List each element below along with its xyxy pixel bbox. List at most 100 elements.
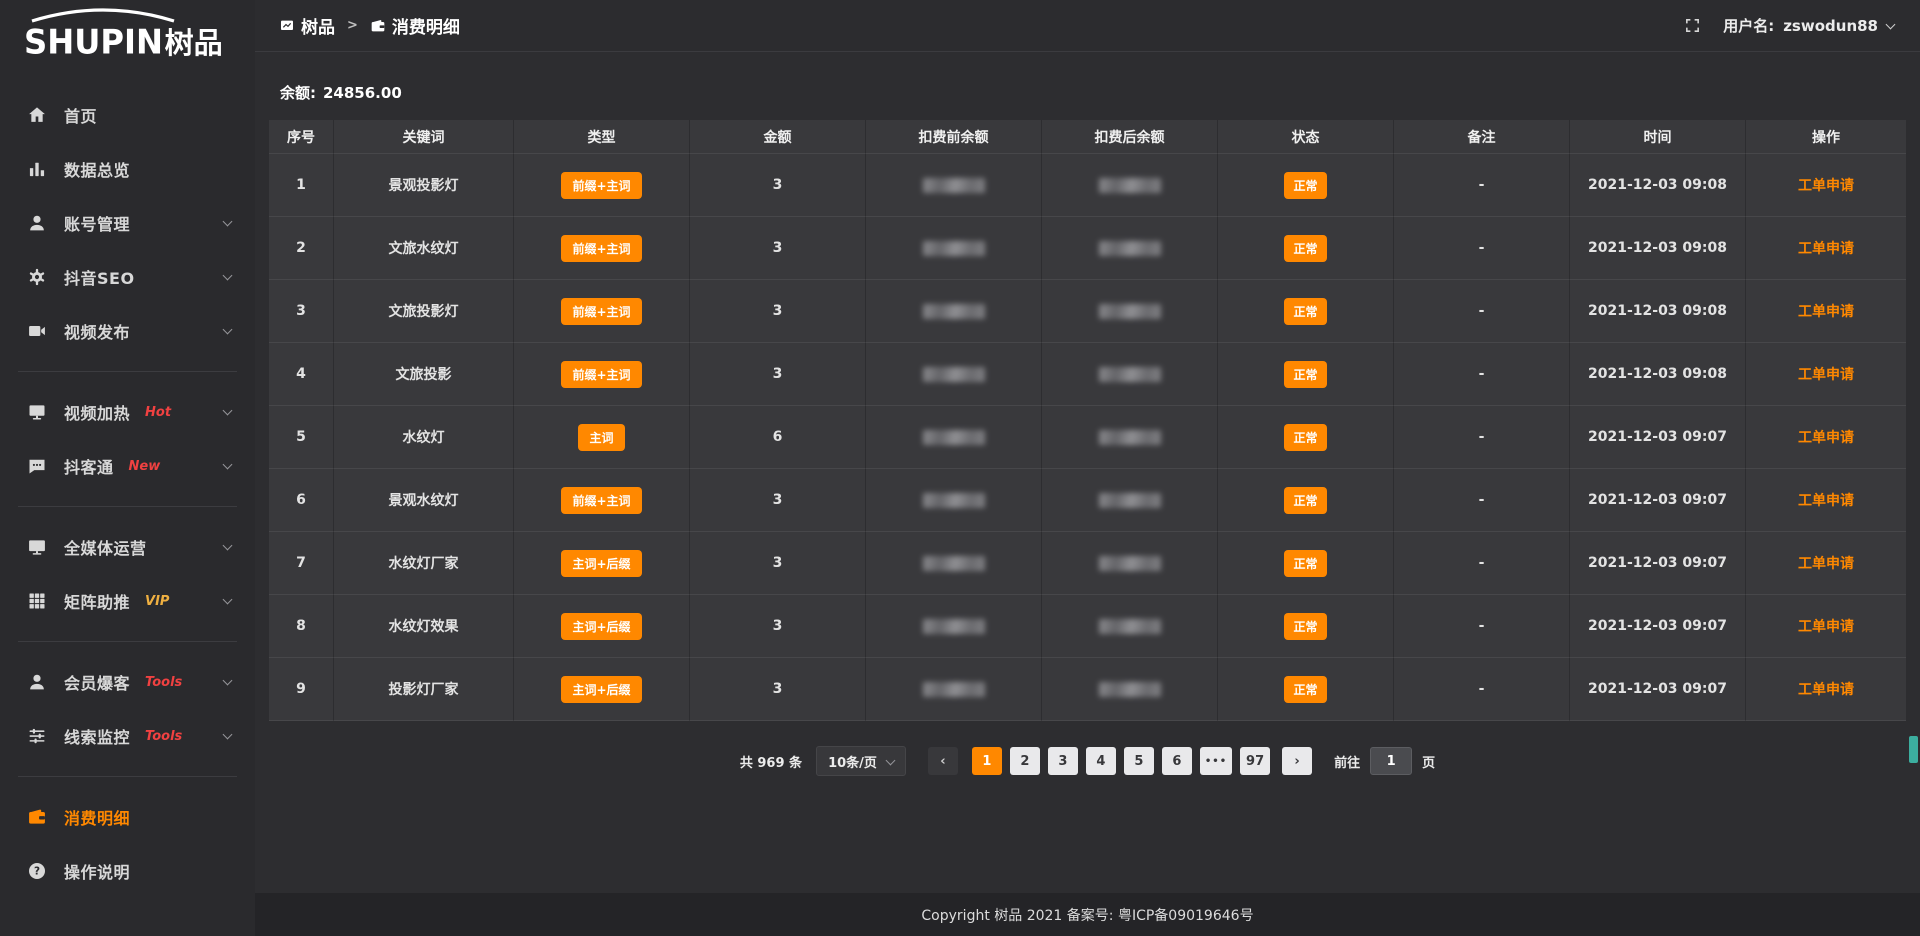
- breadcrumb: 树品 > 消费明细: [279, 13, 460, 38]
- cell-keyword: 投影灯厂家: [334, 658, 514, 721]
- cell-note: -: [1394, 217, 1570, 280]
- fullscreen-icon[interactable]: [1684, 17, 1701, 34]
- tv-icon: [27, 402, 47, 422]
- chevron-down-icon: [223, 675, 233, 685]
- pagination: 共 969 条 10条/页 ‹ 123456 ••• 97 › 前往页: [269, 746, 1906, 776]
- cell-time: 2021-12-03 09:07: [1570, 406, 1746, 469]
- sidebar-item-gear[interactable]: 抖音SEO: [0, 250, 255, 304]
- video-icon: [27, 321, 47, 341]
- cell-type: 主词+后缀: [514, 658, 690, 721]
- work-order-link[interactable]: 工单申请: [1798, 616, 1854, 636]
- sidebar-item-question[interactable]: ?操作说明: [0, 844, 255, 898]
- consumption-table: 序号关键词类型金额扣费前余额扣费后余额状态备注时间操作1景观投影灯前缀+主词3正…: [269, 120, 1906, 721]
- work-order-link[interactable]: 工单申请: [1798, 301, 1854, 321]
- work-order-link[interactable]: 工单申请: [1798, 679, 1854, 699]
- goto-page-input[interactable]: [1370, 747, 1412, 775]
- sidebar-item-grid[interactable]: 矩阵助推VIP: [0, 574, 255, 628]
- cell-index: 6: [269, 469, 334, 532]
- sidebar-item-label: 账号管理: [64, 211, 130, 235]
- page-button-6[interactable]: 6: [1162, 747, 1192, 775]
- prev-page-button[interactable]: ‹: [928, 747, 958, 775]
- cell-time: 2021-12-03 09:07: [1570, 469, 1746, 532]
- sidebar-menu: 首页数据总览账号管理抖音SEO视频发布视频加热 Hot 抖客通New 全媒体运营矩阵助…: [0, 74, 255, 898]
- logo[interactable]: SHUPIN 树品: [0, 0, 255, 74]
- sidebar-item-badge: Tools: [145, 675, 182, 690]
- goto-page: 前往页: [1334, 747, 1435, 775]
- table-row: 3文旅投影灯前缀+主词3正常-2021-12-03 09:08工单申请: [269, 280, 1906, 343]
- cell-action: 工单申请: [1746, 154, 1906, 217]
- cell-amount: 3: [690, 658, 866, 721]
- main-area: 树品 > 消费明细 用户名: zswodun88: [255, 0, 1920, 936]
- sidebar-item-user[interactable]: 账号管理: [0, 196, 255, 250]
- column-header-9: 操作: [1746, 120, 1906, 154]
- work-order-link[interactable]: 工单申请: [1798, 364, 1854, 384]
- sidebar-item-badge: Hot: [145, 405, 171, 420]
- redacted-value: [1099, 178, 1161, 193]
- username-label: 用户名:: [1723, 15, 1774, 36]
- sidebar-item-label: 全媒体运营: [64, 535, 147, 559]
- table-row: 8水纹灯效果主词+后缀3正常-2021-12-03 09:07工单申请: [269, 595, 1906, 658]
- cell-index: 2: [269, 217, 334, 280]
- sidebar-item-chat[interactable]: 抖客通New: [0, 439, 255, 493]
- cell-type: 主词+后缀: [514, 532, 690, 595]
- next-page-button[interactable]: ›: [1282, 747, 1312, 775]
- redacted-value: [1099, 556, 1161, 571]
- cell-type: 前缀+主词: [514, 217, 690, 280]
- page-button-2[interactable]: 2: [1010, 747, 1040, 775]
- type-badge: 主词+后缀: [561, 613, 641, 640]
- column-header-6: 状态: [1218, 120, 1394, 154]
- footer: Copyright 树品 2021 备案号: 粤ICP备09019646号: [255, 893, 1920, 936]
- goto-label: 前往: [1334, 752, 1360, 771]
- cell-keyword: 景观水纹灯: [334, 469, 514, 532]
- chevron-down-icon: [223, 594, 233, 604]
- sidebar-item-bar-chart[interactable]: 数据总览: [0, 142, 255, 196]
- cell-status: 正常: [1218, 595, 1394, 658]
- work-order-link[interactable]: 工单申请: [1798, 553, 1854, 573]
- cell-action: 工单申请: [1746, 280, 1906, 343]
- sidebar-item-badge: Tools: [145, 729, 182, 744]
- cell-amount: 3: [690, 217, 866, 280]
- work-order-link[interactable]: 工单申请: [1798, 490, 1854, 510]
- cell-balance-after: [1042, 280, 1218, 343]
- sidebar-item-wallet[interactable]: 消费明细: [0, 790, 255, 844]
- page-button-5[interactable]: 5: [1124, 747, 1154, 775]
- sidebar-item-home[interactable]: 首页: [0, 88, 255, 142]
- cell-action: 工单申请: [1746, 595, 1906, 658]
- sidebar-item-member[interactable]: 会员爆客Tools: [0, 655, 255, 709]
- username-value: zswodun88: [1783, 17, 1878, 35]
- cell-status: 正常: [1218, 532, 1394, 595]
- user-icon: [27, 213, 47, 233]
- sidebar-divider: [18, 641, 237, 642]
- sidebar-item-monitor[interactable]: 全媒体运营: [0, 520, 255, 574]
- sidebar-item-tv[interactable]: 视频加热 Hot: [0, 385, 255, 439]
- page-button-3[interactable]: 3: [1048, 747, 1078, 775]
- page-button-97[interactable]: 97: [1240, 747, 1270, 775]
- sidebar-item-sliders[interactable]: 线索监控 Tools: [0, 709, 255, 763]
- breadcrumb-root[interactable]: 树品: [279, 13, 335, 38]
- pagination-total: 共 969 条: [740, 752, 802, 771]
- sidebar-item-label: 视频加热: [64, 400, 130, 424]
- logo-text-en: SHUPIN: [24, 23, 163, 62]
- work-order-link[interactable]: 工单申请: [1798, 238, 1854, 258]
- floating-widget[interactable]: [1909, 736, 1918, 763]
- sidebar-item-label: 线索监控: [64, 724, 130, 748]
- redacted-value: [923, 178, 985, 193]
- page-ellipsis-button[interactable]: •••: [1200, 747, 1232, 775]
- work-order-link[interactable]: 工单申请: [1798, 427, 1854, 447]
- page-size-select[interactable]: 10条/页: [816, 746, 906, 776]
- sidebar-item-label: 数据总览: [64, 157, 130, 181]
- page-button-1[interactable]: 1: [972, 747, 1002, 775]
- cell-note: -: [1394, 469, 1570, 532]
- column-header-7: 备注: [1394, 120, 1570, 154]
- logo-arc: [28, 7, 178, 23]
- cell-note: -: [1394, 154, 1570, 217]
- breadcrumb-separator: >: [347, 18, 358, 33]
- redacted-value: [1099, 241, 1161, 256]
- work-order-link[interactable]: 工单申请: [1798, 175, 1854, 195]
- page-button-4[interactable]: 4: [1086, 747, 1116, 775]
- breadcrumb-current[interactable]: 消费明细: [370, 13, 460, 38]
- redacted-value: [923, 556, 985, 571]
- cell-time: 2021-12-03 09:07: [1570, 595, 1746, 658]
- sidebar-item-video[interactable]: 视频发布: [0, 304, 255, 358]
- user-menu[interactable]: 用户名: zswodun88: [1723, 15, 1894, 36]
